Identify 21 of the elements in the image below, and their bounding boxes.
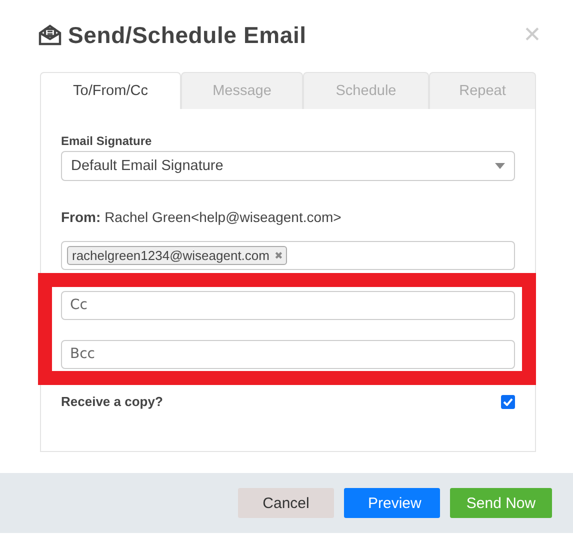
to-field[interactable]: rachelgreen1234@wiseagent.com ✖ bbox=[61, 241, 515, 270]
envelope-icon bbox=[38, 23, 62, 47]
primary-button[interactable]: Preview bbox=[344, 488, 440, 518]
dialog-title: Send/Schedule Email bbox=[68, 22, 308, 48]
tab[interactable]: Schedule bbox=[303, 72, 429, 109]
signature-dropdown[interactable]: Default Email Signature bbox=[61, 151, 515, 181]
close-button[interactable]: ✕ bbox=[523, 22, 541, 48]
success-button[interactable]: Send Now bbox=[450, 488, 552, 518]
tab[interactable]: To/From/Cc bbox=[40, 72, 181, 109]
checkbox[interactable] bbox=[501, 394, 515, 408]
field-label: Email Signature bbox=[61, 134, 153, 148]
bcc-field[interactable]: Bcc bbox=[61, 340, 515, 368]
remove-button[interactable]: ✖ bbox=[274, 250, 282, 262]
caret-icon bbox=[495, 163, 505, 169]
checkbox-label: Receive a copy? bbox=[61, 394, 163, 409]
from-text: From: Rachel Green<help@wiseagent.com> bbox=[61, 209, 342, 225]
tab[interactable]: Repeat bbox=[429, 72, 536, 109]
recipient-tag: rachelgreen1234@wiseagent.com ✖ bbox=[67, 246, 288, 265]
cancel-button[interactable]: Cancel bbox=[238, 488, 334, 518]
cc-field[interactable]: Cc bbox=[61, 290, 515, 320]
tab[interactable]: Message bbox=[181, 72, 303, 109]
